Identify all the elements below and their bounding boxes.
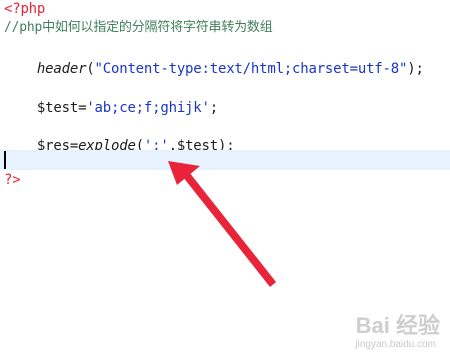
baidu-watermark: Bai 经验	[355, 313, 440, 338]
annotation-arrow	[168, 161, 276, 287]
watermark-url: jingyan.baidu.com	[355, 339, 436, 350]
arrow-shaft	[183, 172, 276, 287]
